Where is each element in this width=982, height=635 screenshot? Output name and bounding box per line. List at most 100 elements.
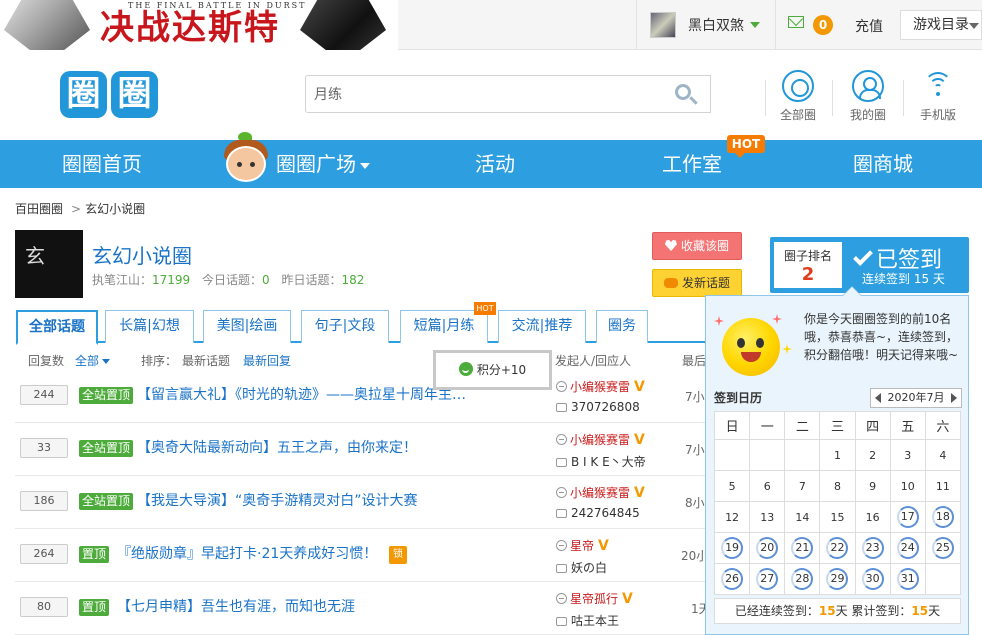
comment-icon [556, 564, 567, 573]
unit-label: 天 [928, 604, 941, 618]
topic-replier[interactable]: 咕王本王 [556, 612, 619, 629]
table-row[interactable]: 186 全站置顶 【我是大导演】“奥奇手游精灵对白”设计大赛 小编猴赛雷 V 24… [15, 476, 705, 529]
topic-replier[interactable]: B I K E丶大帝 [556, 453, 646, 470]
tab-long-fantasy[interactable]: 长篇|幻想 [105, 310, 194, 343]
topic-replier[interactable]: 妖の白 [556, 559, 607, 576]
nav-all-circles[interactable]: 全部圈 [768, 70, 828, 123]
chevron-down-icon[interactable] [750, 22, 760, 28]
sort-latest-topic[interactable]: 最新话题 [182, 352, 230, 369]
calendar-day-signed: 26 [713, 563, 751, 595]
wifi-icon [922, 70, 954, 102]
author-name: 小编猴赛雷 [570, 433, 631, 447]
sparkle-icon [782, 344, 792, 354]
table-row[interactable]: 244 全站置顶 【留言赢大礼】《时光的轨迹》——奥拉星十周年主… 小编猴赛雷 V… [15, 370, 705, 423]
calendar-day: 16 [854, 501, 891, 533]
calendar-day: 10 [889, 470, 926, 502]
tab-exchange[interactable]: 交流|推荐 [498, 310, 586, 343]
tab-all-topics[interactable]: 全部话题 [16, 310, 98, 345]
nav-activity[interactable]: 活动 [475, 140, 515, 188]
reply-count: 33 [20, 438, 68, 458]
chevron-left-icon[interactable] [875, 393, 881, 403]
calendar-day: 8 [819, 470, 856, 502]
circle-logo: 玄 [15, 230, 83, 298]
signin-streak: 连续签到 15 天 [862, 272, 945, 286]
avatar[interactable] [650, 12, 676, 38]
circle-name[interactable]: 玄幻小说圈 [92, 240, 192, 269]
topic-author[interactable]: 星帝孤行 V [556, 590, 633, 607]
calendar-day: 13 [749, 501, 786, 533]
stat-label: 执笔江山： [92, 273, 153, 287]
topic-title[interactable]: 【奥奇大陆最新动向】五王之声，由你来定！ [137, 437, 417, 457]
nav-mobile[interactable]: 手机版 [908, 70, 968, 123]
recharge-link[interactable]: 充值 [855, 16, 883, 36]
favorite-circle-button[interactable]: 收藏该圈 [652, 232, 742, 260]
logo-char: 圈 [60, 71, 107, 118]
stat-label: 昨日话题： [281, 273, 342, 287]
topic-author[interactable]: 星帝 V [556, 537, 609, 554]
sort-latest-reply[interactable]: 最新回复 [243, 352, 291, 369]
mail-count-badge[interactable]: 0 [813, 15, 833, 35]
calendar-day: 12 [713, 501, 751, 533]
calendar-day: 14 [784, 501, 821, 533]
calendar-day-signed: 30 [854, 563, 891, 595]
tab-art-painting[interactable]: 美图|绘画 [203, 310, 291, 343]
topic-title[interactable]: 【留言赢大礼】《时光的轨迹》——奥拉星十周年主… [137, 384, 477, 404]
calendar-day-signed: 29 [819, 563, 856, 595]
topic-title[interactable]: 『绝版勋章』早起打卡·21天养成好习惯！ [117, 543, 377, 563]
sun-mascot-icon [722, 318, 780, 376]
new-topic-button[interactable]: 发新话题 [652, 269, 742, 297]
topic-title[interactable]: 【七月申精】吾生也有涯，而知也无涯 [117, 596, 355, 616]
breadcrumb-root[interactable]: 百田圈圈 [15, 202, 63, 216]
game-directory-dropdown[interactable]: 游戏目录 [900, 10, 982, 40]
topic-title[interactable]: 【我是大导演】“奥奇手游精灵对白”设计大赛 [137, 490, 418, 510]
weekday-header: 三 [819, 411, 856, 440]
calendar-day: 9 [854, 470, 891, 502]
filter-all-dropdown[interactable]: 全部 [75, 352, 111, 369]
calendar-empty [784, 439, 821, 471]
heart-icon [664, 240, 677, 251]
divider [903, 80, 904, 116]
calendar-empty [713, 439, 751, 471]
calendar-day-signed: 24 [889, 532, 926, 564]
topic-author[interactable]: 小编猴赛雷 V [556, 431, 645, 448]
topic-author[interactable]: 小编猴赛雷 V [556, 484, 645, 501]
comment-icon [556, 458, 567, 467]
calendar-day-signed: 20 [749, 532, 786, 564]
month-selector[interactable]: 2020年7月 [870, 388, 962, 408]
calendar-title: 签到日历 [714, 391, 763, 405]
banner-hero-left-image [4, 0, 90, 50]
comment-icon [556, 509, 567, 518]
pin-tag: 置顶 [79, 546, 110, 563]
table-row[interactable]: 80 置顶 【七月申精】吾生也有涯，而知也无涯 星帝孤行 V 咕王本王 1天 [15, 582, 711, 635]
divider [775, 0, 776, 50]
username[interactable]: 黑白双煞 [688, 15, 744, 35]
sparkle-icon [714, 316, 724, 326]
nav-home[interactable]: 圈圈首页 [62, 140, 142, 188]
rank-value: 2 [801, 264, 815, 285]
replier-name: 242764845 [571, 506, 640, 520]
user-icon [852, 70, 884, 102]
tab-circle-affairs[interactable]: 圈务 [596, 310, 648, 343]
table-row[interactable]: 264 置顶 『绝版勋章』早起打卡·21天养成好习惯！ 锁 星帝 V 妖の白 20… [15, 529, 708, 582]
topic-author[interactable]: 小编猴赛雷 V [556, 378, 645, 395]
table-row[interactable]: 33 全站置顶 【奥奇大陆最新动向】五王之声，由你来定！ 小编猴赛雷 V B I … [15, 423, 705, 476]
tab-sentences[interactable]: 句子|文段 [301, 310, 389, 343]
mail-icon[interactable] [788, 16, 804, 28]
user-menu[interactable]: 黑白双煞 [650, 12, 760, 38]
search-icon[interactable] [675, 84, 691, 100]
search-input[interactable] [306, 76, 666, 112]
stat-label: 今日话题： [202, 273, 263, 287]
site-logo[interactable]: 圈 圈 [60, 71, 158, 118]
nav-studio[interactable]: 工作室 [662, 140, 722, 188]
points-toast: 积分+10 [433, 350, 552, 390]
signin-congrats-text: 你是今天圈圈签到的前10名哦，恭喜恭喜~，连续签到，积分翻倍哦！明天记得来哦~ [804, 312, 959, 362]
topic-replier[interactable]: 370726808 [556, 400, 640, 414]
game-banner[interactable]: THE FINAL BATTLE IN DURST 决战达斯特 [0, 0, 398, 50]
topic-replier[interactable]: 242764845 [556, 506, 640, 520]
nav-shop[interactable]: 圈商城 [853, 140, 913, 188]
tab-hot-badge: HOT [474, 302, 496, 315]
chevron-right-icon[interactable] [951, 393, 957, 403]
nav-my-circles[interactable]: 我的圈 [838, 70, 898, 123]
calendar-day: 11 [924, 470, 962, 502]
nav-square[interactable]: 圈圈广场 [276, 140, 370, 188]
